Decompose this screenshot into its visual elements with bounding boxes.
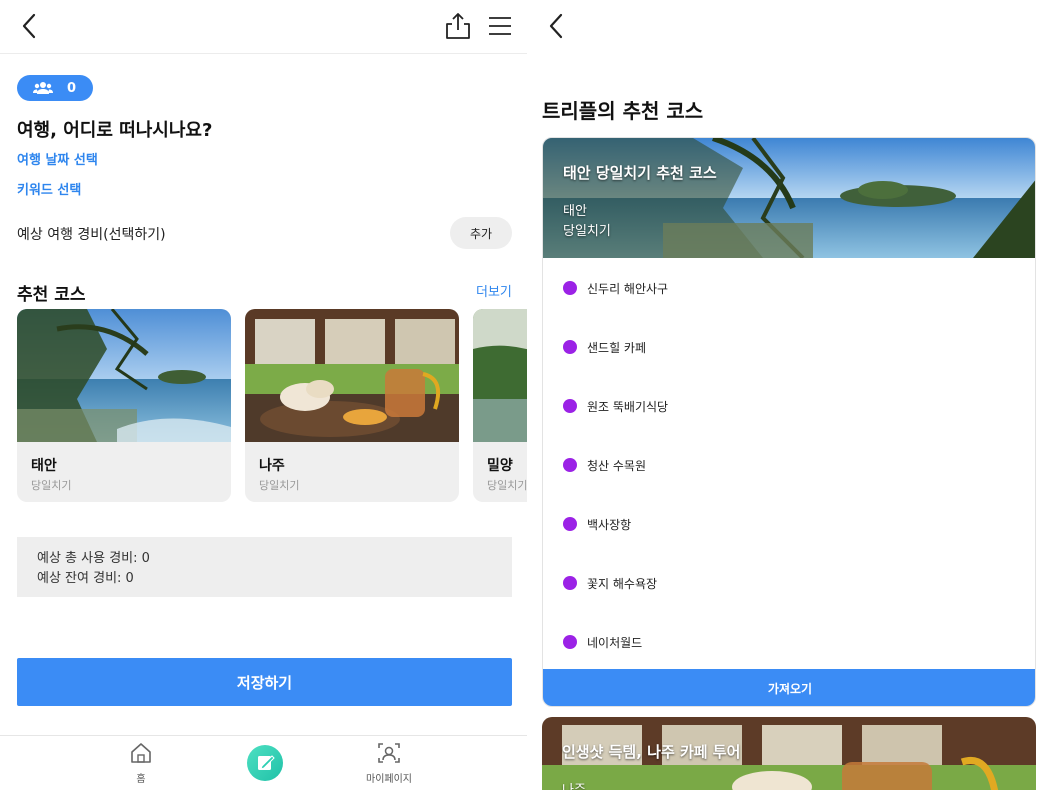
remaining-expense: 예상 잔여 경비: 0 [37, 571, 134, 586]
course-stop[interactable]: 네이처월드 [563, 632, 642, 652]
trip-plan-screen: 0 여행, 어디로 떠나시나요? 여행 날짜 선택 키워드 선택 예상 여행 경… [0, 0, 527, 790]
course-image-naju [245, 309, 459, 442]
companion-count: 0 [67, 80, 77, 96]
home-icon [131, 743, 151, 763]
budget-summary: 예상 총 사용 경비: 0 예상 잔여 경비: 0 [17, 537, 512, 597]
stop-dot [563, 340, 577, 354]
companion-count-badge[interactable]: 0 [17, 75, 93, 101]
bottom-nav: 홈 마이페이지 [0, 735, 527, 790]
course-stop[interactable]: 원조 뚝배기식당 [563, 396, 668, 416]
add-budget-button[interactable]: 추가 [450, 217, 512, 249]
keyword-select-link[interactable]: 키워드 선택 [17, 179, 81, 198]
course-type: 당일치기 [31, 479, 72, 492]
course-card-miryang[interactable]: 밀양 당일치기 [473, 309, 527, 502]
top-bar [0, 0, 527, 54]
top-bar [527, 0, 1045, 54]
course-type: 당일치기 [563, 224, 611, 239]
stop-dot [563, 458, 577, 472]
budget-label: 예상 여행 경비(선택하기) [17, 227, 166, 243]
course-stop[interactable]: 샌드힐 카페 [563, 337, 646, 357]
course-image-taean [17, 309, 231, 442]
course-image-miryang [473, 309, 527, 442]
stop-dot [563, 399, 577, 413]
course-title: 인생샷 득템, 나주 카페 투어 [562, 743, 741, 761]
stop-name: 네이처월드 [587, 635, 643, 650]
stop-name: 신두리 해안사구 [587, 281, 669, 296]
nav-write-button[interactable] [247, 745, 283, 781]
back-icon[interactable] [543, 10, 571, 42]
nav-home[interactable]: 홈 [126, 742, 156, 785]
nav-mypage[interactable]: 마이페이지 [356, 742, 422, 785]
people-icon [33, 82, 53, 94]
stop-name: 백사장항 [587, 517, 632, 532]
stop-dot [563, 635, 577, 649]
total-expense: 예상 총 사용 경비: 0 [37, 551, 150, 566]
stop-dot [563, 281, 577, 295]
recommend-section-title: 추천 코스 [17, 285, 86, 305]
course-name: 나주 [259, 458, 285, 474]
course-name: 태안 [31, 458, 57, 474]
share-icon[interactable] [444, 11, 472, 41]
course-type: 당일치기 [487, 479, 527, 492]
recommended-course-card: 태안 당일치기 추천 코스 태안 당일치기 신두리 해안사구 샌드힐 카페 원조… [542, 137, 1036, 707]
page-title: 트리플의 추천 코스 [542, 99, 704, 123]
recommended-course-card-2[interactable]: 인생샷 득템, 나주 카페 투어 나주 [542, 717, 1036, 790]
course-hero-image: 태안 당일치기 추천 코스 태안 당일치기 [543, 138, 1035, 258]
more-link[interactable]: 더보기 [476, 281, 512, 300]
stop-name: 꽃지 해수욕장 [587, 576, 658, 591]
stop-name: 청산 수목원 [587, 458, 647, 473]
course-stop[interactable]: 청산 수목원 [563, 455, 646, 475]
course-card-naju[interactable]: 나주 당일치기 [245, 309, 459, 502]
stop-name: 샌드힐 카페 [587, 340, 647, 355]
course-type: 당일치기 [259, 479, 300, 492]
date-select-link[interactable]: 여행 날짜 선택 [17, 149, 98, 168]
nav-home-label: 홈 [136, 774, 146, 785]
course-name: 밀양 [487, 458, 513, 474]
recommended-course-screen: 트리플의 추천 코스 태안 당일치기 추천 코스 태안 당일치기 신두리 해안사… [527, 0, 1045, 790]
stop-name: 원조 뚝배기식당 [587, 399, 669, 414]
import-course-button[interactable]: 가져오기 [543, 669, 1035, 706]
course-stop[interactable]: 신두리 해안사구 [563, 278, 668, 298]
course-location: 태안 [563, 204, 587, 219]
mypage-icon [378, 743, 400, 763]
save-button[interactable]: 저장하기 [17, 658, 512, 706]
course-stop[interactable]: 꽃지 해수욕장 [563, 573, 657, 593]
stop-dot [563, 576, 577, 590]
course-stop[interactable]: 백사장항 [563, 514, 631, 534]
course-title: 태안 당일치기 추천 코스 [563, 164, 717, 182]
menu-icon[interactable] [486, 12, 514, 40]
page-question: 여행, 어디로 떠나시나요? [17, 120, 213, 141]
back-icon[interactable] [16, 10, 44, 42]
edit-icon [258, 755, 275, 770]
course-location: 나주 [562, 779, 586, 790]
course-card-taean[interactable]: 태안 당일치기 [17, 309, 231, 502]
stop-dot [563, 517, 577, 531]
nav-mypage-label: 마이페이지 [366, 774, 412, 785]
